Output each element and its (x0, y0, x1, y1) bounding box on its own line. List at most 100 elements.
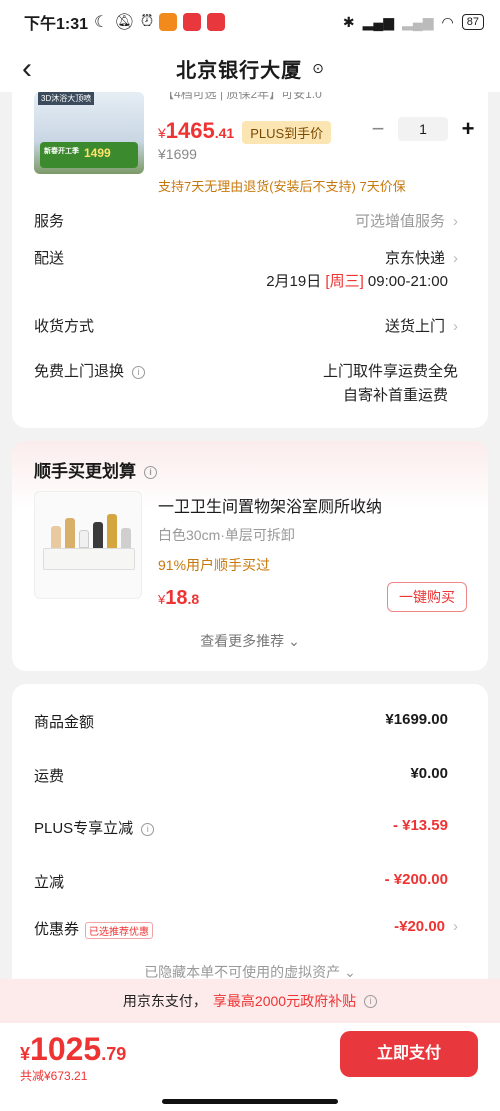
app-notification-icon (207, 13, 226, 31)
one-click-buy-button[interactable]: 一键购买 (387, 582, 467, 612)
back-icon[interactable]: ‹ (22, 52, 32, 86)
signal-icon: ▂▄▆ (402, 13, 434, 30)
discount-value: - ¥200.00 (384, 871, 448, 888)
page-title: 北京银行大厦 (176, 59, 303, 82)
rec-price-int: 18 (165, 587, 188, 609)
increase-button[interactable]: + (460, 116, 476, 142)
rec-price-yen: ¥ (158, 592, 166, 607)
info-icon[interactable]: i (144, 466, 157, 480)
product-thumbnail[interactable]: 3D沐浴大顶喷 新春开工季 1499 (34, 92, 144, 174)
recommend-header-text: 顺手买更划算 (34, 462, 136, 481)
receive-label: 收货方式 (34, 318, 95, 335)
alarm-icon: ⏰︎ (140, 13, 154, 30)
delivery-date: 2月19日 [周三] 09:00-21:00 (266, 270, 448, 291)
freight-row: 运费 ¥0.00 (34, 765, 448, 786)
info-icon[interactable]: i (364, 994, 378, 1008)
total-saved: 共减¥673.21 (20, 1069, 88, 1083)
price-int: 1465 (165, 118, 215, 143)
nav-bar: ‹ 北京银行大厦 ⊙ (0, 44, 500, 92)
freight-label: 运费 (34, 768, 65, 785)
chevron-right-icon: › (453, 918, 458, 935)
info-icon[interactable]: i (141, 822, 155, 836)
plus-discount-row: PLUS专享立减 i - ¥13.59 (34, 817, 448, 838)
product-title-cut: 【4档可选 | 质保2年】可安1.0 (162, 92, 322, 101)
status-bar: 下午1:31 ☾ 🔕︎ ⏰︎ ✱ ▂▄▆ ▂▄▆ ◠ 87 (0, 0, 500, 44)
freight-value: ¥0.00 (410, 765, 448, 782)
quantity-input[interactable]: 1 (398, 117, 448, 141)
price-summary-card: 商品金额 ¥1699.00 运费 ¥0.00 PLUS专享立减 i - ¥13.5… (12, 684, 488, 984)
total-int: 1025 (30, 1031, 102, 1067)
thumb-badge-note: 新春开工季 (44, 148, 79, 155)
see-more-recommend[interactable]: 查看更多推荐 ⌄ (12, 631, 488, 651)
delivery-row[interactable]: 配送 京东快递 › (34, 247, 458, 268)
thumb-price-badge: 新春开工季 1499 (40, 142, 138, 168)
plus-discount-value: - ¥13.59 (392, 817, 448, 834)
recommend-name[interactable]: 一卫卫生间置物架浴室厕所收纳 (158, 493, 382, 517)
recommend-spec: 白色30cm·单层可拆卸 (158, 527, 295, 543)
return-line2: 自寄补首重运费 (342, 387, 448, 404)
delivery-value: 京东快递 (384, 250, 445, 267)
receive-row[interactable]: 收货方式 送货上门 › (34, 315, 458, 336)
return-row: 免费上门退换 i 上门取件享运费全免 (34, 360, 458, 381)
delivery-time: 09:00-21:00 (367, 273, 448, 290)
pay-banner-text: 用京东支付， (122, 993, 207, 1009)
recommend-header: 顺手买更划算 i (34, 457, 157, 482)
info-icon[interactable]: i (132, 365, 146, 379)
total-yen: ¥ (20, 1044, 31, 1064)
price-yen: ¥ (158, 125, 166, 141)
chevron-right-icon: › (453, 250, 458, 267)
return-line1: 上门取件享运费全免 (322, 363, 458, 380)
chevron-right-icon: › (453, 213, 458, 230)
app-notification-icon (159, 13, 178, 31)
discount-label: 立减 (34, 874, 65, 891)
status-time: 下午1:31 (24, 16, 89, 33)
wifi-icon: ◠ (441, 13, 454, 30)
receive-value: 送货上门 (384, 318, 445, 335)
plus-price-tag: PLUS到手价 (242, 121, 332, 144)
location-pin-icon[interactable]: ⊙ (312, 60, 324, 77)
app-notification-icon (183, 13, 202, 31)
signal-icon: ▂▄▆ (362, 13, 395, 30)
return-label: 免费上门退换 (34, 363, 125, 380)
shelf-graphic (43, 548, 135, 570)
goods-amount-row: 商品金额 ¥1699.00 (34, 711, 448, 732)
quantity-stepper: − 1 + (370, 116, 476, 142)
rec-price-dec: .8 (187, 591, 200, 607)
delivery-label: 配送 (34, 250, 65, 267)
coupon-value: -¥20.00 (394, 918, 445, 935)
delivery-date-text: 2月19日 (266, 273, 322, 290)
decrease-button[interactable]: − (370, 116, 386, 142)
moon-icon: ☾ (94, 14, 109, 31)
plus-discount-label: PLUS专享立减 (34, 820, 134, 837)
recommend-price: ¥ 18 .8 (158, 587, 199, 610)
chevron-right-icon: › (453, 318, 458, 335)
home-indicator[interactable] (162, 1099, 338, 1104)
recommend-card: 顺手买更划算 i 一卫卫生间置物架浴室厕所收纳 白色30cm·单层可拆卸 91%用… (12, 441, 488, 671)
goods-value: ¥1699.00 (385, 711, 448, 728)
checkout-bar: ¥ 1025 .79 共减¥673.21 立即支付 (0, 1023, 500, 1111)
service-row[interactable]: 服务 可选增值服务 › (34, 210, 458, 231)
status-right: ✱ ▂▄▆ ▂▄▆ ◠ 87 (343, 14, 484, 31)
pay-now-button[interactable]: 立即支付 (340, 1031, 478, 1077)
total-dec: .79 (101, 1044, 127, 1064)
goods-label: 商品金额 (34, 714, 95, 731)
coupon-tag: 已选推荐优惠 (85, 921, 154, 939)
pay-banner-highlight: 享最高2000元政府补贴 (212, 993, 357, 1009)
jd-pay-banner[interactable]: 用京东支付， 享最高2000元政府补贴 i (0, 979, 500, 1023)
battery-icon: 87 (461, 14, 484, 30)
price-dec: .41 (214, 125, 235, 141)
thumb-badge-top: 3D沐浴大顶喷 (38, 92, 95, 105)
service-value: 可选增值服务 (354, 213, 445, 230)
delivery-weekday: [周三] (325, 273, 364, 290)
original-price: ¥1699 (158, 146, 197, 162)
recommend-bought: 91%用户顺手买过 (158, 557, 271, 573)
total-price: ¥ 1025 .79 (20, 1031, 126, 1068)
bell-off-icon: 🔕︎ (114, 14, 135, 31)
service-label: 服务 (34, 213, 65, 230)
thumb-badge-price: 1499 (84, 146, 111, 160)
recommend-product-image[interactable] (34, 491, 142, 599)
discount-row: 立减 - ¥200.00 (34, 871, 448, 892)
coupon-row[interactable]: 优惠券 已选推荐优惠 -¥20.00 › (34, 918, 458, 939)
bluetooth-icon: ✱ (342, 13, 355, 30)
coupon-label: 优惠券 (34, 921, 80, 938)
